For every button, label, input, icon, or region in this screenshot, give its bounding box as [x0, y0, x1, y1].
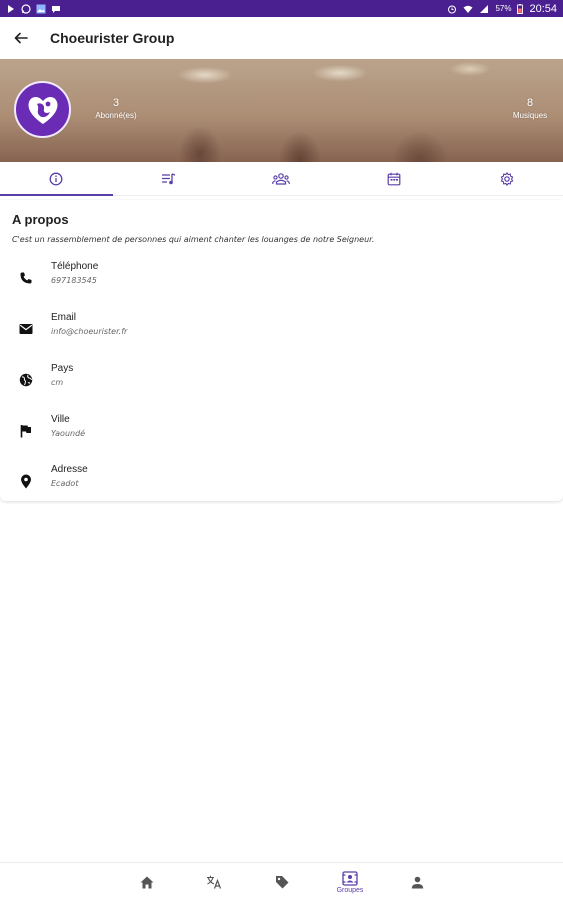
info-row-email[interactable]: Email info@choeurister.fr — [0, 310, 563, 350]
arrow-back-icon — [14, 32, 28, 44]
tab-settings[interactable] — [450, 162, 563, 195]
musics-count: 8 — [526, 97, 534, 109]
info-row-city[interactable]: Ville Yaoundé — [0, 412, 563, 452]
info-row-address[interactable]: Adresse Ecadot — [0, 462, 563, 502]
email-icon — [17, 320, 35, 338]
info-icon — [49, 172, 63, 185]
followers-stat[interactable]: 3 Abonné(es) — [88, 96, 144, 122]
translate-icon — [207, 875, 222, 889]
choir-logo-icon — [28, 96, 57, 124]
tab-info[interactable] — [0, 162, 113, 196]
group-avatar[interactable] — [14, 81, 71, 138]
play-icon — [8, 4, 14, 13]
nav-home[interactable] — [127, 863, 167, 900]
wifi-icon — [463, 5, 473, 13]
about-card: A propos C'est un rassemblement de perso… — [0, 200, 563, 501]
followers-count: 3 — [112, 97, 120, 109]
back-button[interactable] — [0, 17, 42, 59]
info-label: Téléphone — [51, 261, 99, 272]
status-bar: 57% 20:54 — [0, 0, 563, 17]
globe-icon — [17, 371, 35, 389]
info-row-country[interactable]: Pays cm — [0, 361, 563, 401]
nav-translate[interactable] — [194, 863, 234, 900]
person-icon — [411, 876, 423, 888]
flag-icon — [17, 422, 35, 440]
info-value: 697183545 — [51, 276, 97, 285]
whatsapp-icon — [21, 3, 31, 14]
page-title: Choeurister Group — [50, 30, 175, 46]
gallery-icon — [36, 4, 46, 13]
info-value: Yaoundé — [51, 429, 86, 438]
nav-tags[interactable] — [262, 863, 302, 900]
playlist-icon — [162, 172, 176, 184]
info-label: Ville — [51, 414, 70, 425]
group-tabs — [0, 162, 563, 196]
location-pin-icon — [17, 472, 35, 490]
nav-groups[interactable]: Groupes — [330, 863, 370, 900]
about-description: C'est un rassemblement de personnes qui … — [12, 235, 375, 244]
tab-calendar[interactable] — [338, 162, 451, 195]
tab-members[interactable] — [225, 162, 338, 195]
chat-icon — [52, 5, 60, 13]
app-bar: Choeurister Group — [0, 17, 563, 59]
calendar-icon — [387, 172, 401, 185]
followers-label: Abonné(es) — [95, 111, 137, 120]
info-value: info@choeurister.fr — [51, 327, 128, 336]
musics-stat[interactable]: 8 Musiques — [506, 96, 554, 122]
groups-icon — [342, 870, 358, 886]
battery-icon — [517, 3, 524, 14]
info-label: Email — [51, 312, 77, 323]
status-time: 20:54 — [529, 2, 557, 15]
info-row-phone[interactable]: Téléphone 697183545 — [0, 259, 563, 299]
info-label: Adresse — [51, 464, 88, 475]
gear-icon — [500, 171, 513, 186]
cover-overlay — [0, 59, 563, 162]
bottom-navigation: Groupes — [0, 862, 563, 900]
group-icon — [272, 172, 291, 185]
info-value: cm — [51, 378, 64, 387]
tab-playlist[interactable] — [113, 162, 226, 195]
nav-profile[interactable] — [397, 863, 437, 900]
group-cover: 3 Abonné(es) 8 Musiques — [0, 59, 563, 162]
musics-label: Musiques — [512, 111, 548, 120]
info-label: Pays — [51, 363, 74, 374]
alarm-icon — [448, 5, 457, 13]
info-value: Ecadot — [51, 479, 79, 488]
nav-groups-label: Groupes — [336, 886, 364, 894]
signal-icon — [480, 4, 489, 13]
tag-icon — [276, 876, 289, 889]
phone-icon — [17, 269, 35, 287]
home-icon — [140, 876, 154, 888]
about-title: A propos — [12, 212, 69, 227]
battery-percent: 57% — [495, 4, 512, 13]
